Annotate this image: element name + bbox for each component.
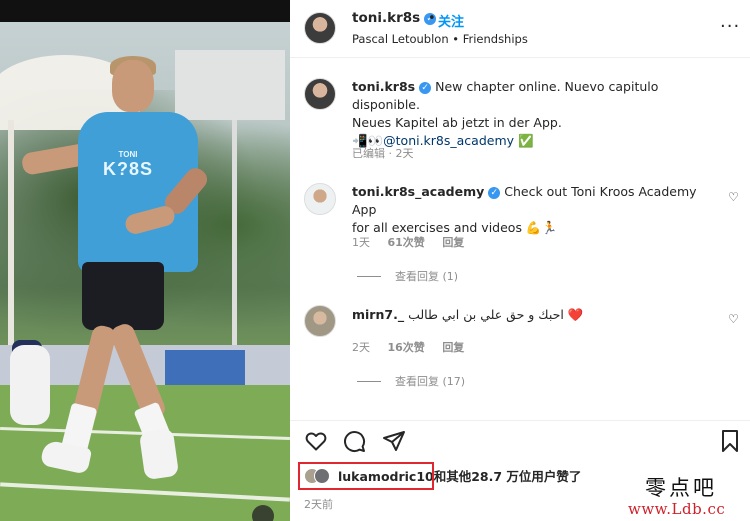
view-replies[interactable]: 查看回复 (17) xyxy=(357,373,465,389)
avatar[interactable] xyxy=(304,183,336,215)
comment-meta: 2天 16次赞 回复 xyxy=(352,339,464,355)
replies-dash xyxy=(357,276,381,277)
player-head xyxy=(112,60,154,112)
post-date: 2天前 xyxy=(304,498,333,511)
watermark-url: www.Ldb.cc xyxy=(628,500,726,518)
more-horizontal-icon[interactable]: ··· xyxy=(720,16,740,37)
post-caption: toni.kr8s ✓ New chapter online. Nuevo cap… xyxy=(352,78,722,150)
comment: toni.kr8s_academy ✓ Check out Toni Kroos … xyxy=(352,183,722,237)
caption-edited-time: 已编辑 · 2天 xyxy=(352,147,414,160)
caption-username[interactable]: toni.kr8s xyxy=(352,79,415,94)
comment-likes[interactable]: 16次赞 xyxy=(388,341,425,354)
comment-time: 1天 xyxy=(352,236,370,249)
mute-icon[interactable] xyxy=(252,505,274,521)
comment-text: احبك و حق علي بن ابي طالب xyxy=(408,307,564,322)
view-replies-label[interactable]: 查看回复 (1) xyxy=(395,270,458,283)
heart-icon[interactable]: ♡ xyxy=(728,312,739,326)
shirt-small-text: TONI xyxy=(118,150,138,159)
reply-button[interactable]: 回复 xyxy=(442,236,464,249)
heart-icon[interactable] xyxy=(304,429,328,453)
verified-icon: ✓ xyxy=(488,187,501,199)
replies-dash xyxy=(357,381,381,382)
reply-button[interactable]: 回复 xyxy=(442,341,464,354)
likes-count-text[interactable]: 和其他28.7 万位用户赞了 xyxy=(434,469,582,484)
player-shorts xyxy=(82,262,164,330)
avatar[interactable] xyxy=(304,305,336,337)
share-icon[interactable] xyxy=(382,429,406,453)
avatar[interactable] xyxy=(304,12,336,44)
comment-meta: 1天 61次赞 回复 xyxy=(352,234,464,250)
follow-button[interactable]: 关注 xyxy=(438,11,464,30)
post-media[interactable]: TONI K?8S xyxy=(0,0,290,521)
shirt-text: TONI K?8S xyxy=(103,150,153,180)
comment: mirn7._ احبك و حق علي بن ابي طالب ❤️ xyxy=(352,306,722,324)
likes-summary[interactable]: lukamodric10和其他28.7 万位用户赞了 xyxy=(298,462,582,490)
comment-username[interactable]: mirn7._ xyxy=(352,307,404,322)
comment-emoji: ❤️ xyxy=(567,307,584,322)
comment-username[interactable]: toni.kr8s_academy xyxy=(352,184,484,199)
comment-likes[interactable]: 61次赞 xyxy=(388,236,425,249)
player-shoe xyxy=(138,427,180,481)
shirt-logo-text: K?8S xyxy=(103,159,154,179)
header-subtitle: Pascal Letoublon • Friendships xyxy=(352,32,528,46)
comment-icon[interactable] xyxy=(342,429,366,453)
check-emoji: ✅ xyxy=(518,133,534,148)
comment-time: 2天 xyxy=(352,341,370,354)
photo-player: TONI K?8S xyxy=(0,0,290,521)
heart-icon[interactable]: ♡ xyxy=(728,190,739,204)
caption-line2: Neues Kapitel ab jetzt in der App. xyxy=(352,115,562,130)
view-replies[interactable]: 查看回复 (1) xyxy=(357,268,458,284)
bookmark-icon[interactable] xyxy=(718,429,742,453)
separator-dot: • xyxy=(428,11,436,26)
action-bar xyxy=(290,420,750,460)
avatar[interactable] xyxy=(304,78,336,110)
post-header: toni.kr8s ✓ • 关注 Pascal Letoublon • Frien… xyxy=(290,0,750,58)
view-replies-label[interactable]: 查看回复 (17) xyxy=(395,375,465,388)
verified-icon: ✓ xyxy=(419,82,432,94)
username-text[interactable]: toni.kr8s xyxy=(352,10,420,26)
header-username[interactable]: toni.kr8s ✓ xyxy=(352,10,437,26)
highlight-box xyxy=(298,462,434,490)
post-side-panel: toni.kr8s ✓ • 关注 Pascal Letoublon • Frien… xyxy=(290,0,750,521)
watermark-text: 零点吧 xyxy=(645,476,717,500)
